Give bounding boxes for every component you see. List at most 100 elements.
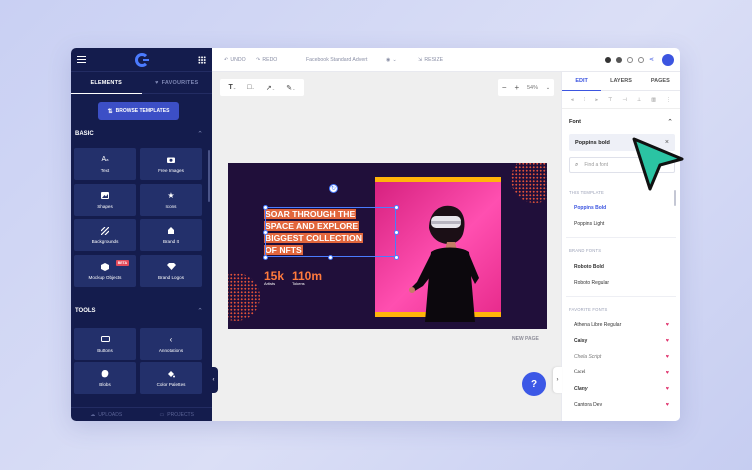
chevron-up-icon[interactable]: ⌃ (197, 130, 203, 138)
text-tool-icon[interactable]: T⌄ (229, 84, 237, 91)
resize-handle[interactable] (263, 255, 268, 260)
tile-text[interactable]: Aa Text (74, 148, 136, 180)
font-option[interactable]: Poppins Light (574, 221, 604, 227)
resize-button[interactable]: ⇲ RESIZE (418, 57, 443, 63)
new-page-button[interactable]: NEW PAGE (512, 336, 539, 342)
tile-buttons[interactable]: Buttons (74, 328, 136, 360)
info-icon[interactable] (616, 56, 622, 63)
resize-handle[interactable] (394, 230, 399, 235)
align-center-icon[interactable]: ⫶ (584, 97, 585, 103)
tab-favourites[interactable]: ♥ FAVOURITES (141, 72, 212, 94)
browse-templates-button[interactable]: ⇅ BROWSE TEMPLATES (98, 102, 179, 120)
font-option[interactable]: Athena Libre Regular (574, 322, 621, 328)
visibility-dropdown[interactable]: ◉ ⌄ (386, 57, 397, 63)
shape-tool-icon[interactable]: □⌄ (247, 84, 255, 91)
tile-shapes[interactable]: Shapes (74, 184, 136, 216)
avatar[interactable] (662, 54, 674, 66)
align-left-icon[interactable]: ⫷ (571, 97, 574, 103)
tile-annotations[interactable]: ‹ Annotations (140, 328, 202, 360)
stat-label: Tokens (292, 281, 305, 286)
resize-label: RESIZE (424, 56, 444, 63)
history-icon[interactable] (627, 56, 633, 63)
tile-backgrounds[interactable]: Backgrounds (74, 219, 136, 251)
camera-icon (167, 156, 176, 164)
tab-pages[interactable]: PAGES (640, 72, 680, 91)
dot-pattern-decoration (511, 163, 547, 203)
tile-icons[interactable]: ★ Icons (140, 184, 202, 216)
font-option[interactable]: Chela Script (574, 354, 601, 360)
redo-button[interactable]: ↷ REDO (256, 57, 277, 63)
font-option[interactable]: Cacel (574, 370, 585, 375)
resize-handle[interactable] (328, 255, 333, 260)
resize-handle[interactable] (263, 230, 268, 235)
font-option[interactable]: Cantora Dev (574, 402, 602, 408)
share-icon[interactable]: ⋖ (649, 56, 654, 63)
zoom-in-button[interactable]: + (514, 83, 519, 92)
tab-edit[interactable]: EDIT (562, 72, 602, 91)
tile-color-palettes[interactable]: Color Palettes (140, 362, 202, 394)
collapse-sidebar-button[interactable]: ‹ (209, 367, 218, 393)
heart-icon[interactable]: ♥ (666, 370, 669, 376)
rotate-handle-icon[interactable]: ↻ (329, 184, 338, 193)
text-icon: Aa (101, 155, 109, 163)
align-right-icon[interactable]: ⫸ (595, 97, 598, 103)
tile-free-images[interactable]: Free Images (140, 148, 202, 180)
palette-icon (167, 370, 176, 378)
zoom-out-button[interactable]: − (502, 83, 507, 92)
selection-box[interactable] (265, 207, 396, 257)
sidebar-scrollbar[interactable] (208, 150, 210, 202)
section-tools-title: TOOLS (75, 308, 96, 314)
search-icon: ⌕ (575, 161, 579, 168)
uploads-tab[interactable]: ☁ UPLOADS (71, 408, 142, 421)
download-icon[interactable] (638, 56, 644, 63)
align-middle-icon[interactable]: ⊣ (622, 97, 626, 103)
pen-tool-icon[interactable]: ✎⌄ (286, 84, 295, 92)
font-option[interactable]: Caisy (574, 338, 587, 344)
cloud-icon[interactable] (605, 56, 611, 63)
current-font-value: Poppins bold (575, 139, 610, 146)
align-top-icon[interactable]: ⊤ (608, 97, 612, 103)
star-icon: ★ (167, 190, 175, 200)
tile-blobs[interactable]: Blobs (74, 362, 136, 394)
hamburger-menu-icon[interactable] (77, 56, 86, 63)
stat-label: Artists (264, 281, 276, 286)
resize-handle[interactable] (263, 205, 268, 210)
heart-icon[interactable]: ♥ (666, 402, 669, 408)
heart-icon[interactable]: ♥ (666, 354, 669, 360)
font-option[interactable]: Poppins Bold (574, 205, 606, 211)
tab-elements[interactable]: ELEMENTS (71, 72, 142, 94)
heart-icon[interactable]: ♥ (666, 338, 669, 344)
font-option[interactable]: Roboto Regular (574, 280, 609, 286)
tile-label: Mockup Objects (88, 274, 122, 280)
chevron-up-icon[interactable]: ⌃ (667, 118, 673, 126)
chevron-down-icon[interactable]: ⌄ (546, 85, 550, 91)
templates-icon: ⇅ (107, 108, 113, 115)
projects-label: PROJECTS (167, 411, 194, 418)
collapse-panel-button[interactable]: › (553, 367, 562, 393)
tile-brand-logos[interactable]: Brand Logos (140, 255, 202, 287)
resize-handle[interactable] (394, 255, 399, 260)
more-options-icon[interactable]: ⋮ (666, 97, 671, 103)
font-option[interactable]: Roboto Bold (574, 264, 604, 270)
tab-layers[interactable]: LAYERS (601, 72, 641, 91)
projects-tab[interactable]: ▭ PROJECTS (142, 408, 213, 421)
zoom-level[interactable]: 54% (527, 85, 538, 91)
tile-mockup-objects[interactable]: BETA Mockup Objects (74, 255, 136, 287)
chevron-up-icon[interactable]: ⌃ (197, 307, 203, 315)
heart-icon[interactable]: ♥ (666, 386, 669, 392)
resize-handle[interactable] (394, 205, 399, 210)
distribute-icon[interactable]: ▥ (651, 97, 656, 103)
arrow-tool-icon[interactable]: ↗⌄ (266, 84, 275, 92)
design-banner[interactable]: SOAR THROUGH THE SPACE AND EXPLORE BIGGE… (228, 163, 547, 329)
cursor-pointer-icon (632, 137, 684, 191)
heart-icon[interactable]: ♥ (666, 322, 669, 328)
blob-icon (101, 369, 110, 378)
help-button[interactable]: ? (522, 372, 546, 396)
apps-grid-icon[interactable] (198, 55, 206, 64)
font-option[interactable]: Clany (574, 386, 588, 392)
redo-icon: ↷ (256, 56, 261, 63)
tile-brand-it[interactable]: Brand It (140, 219, 202, 251)
undo-button[interactable]: ↶ UNDO (224, 57, 246, 63)
document-title[interactable]: Facebook Standard Advert (306, 57, 367, 63)
align-bottom-icon[interactable]: ⊥ (637, 97, 641, 103)
